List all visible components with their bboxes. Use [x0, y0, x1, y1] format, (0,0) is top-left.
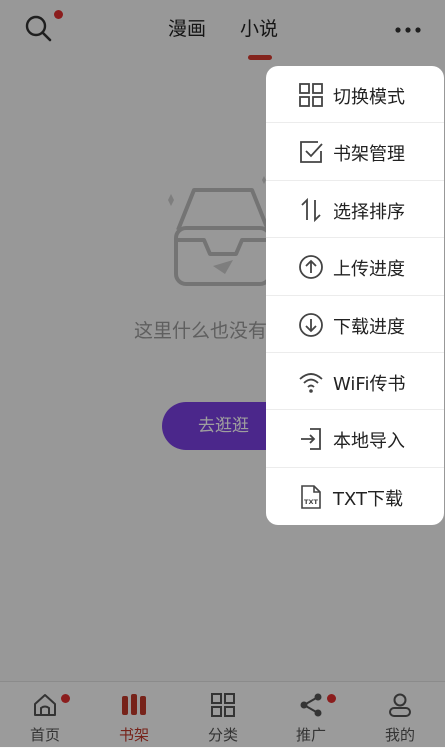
menu-label-shelf-manage: 书架管理 [333, 144, 405, 166]
menu-label-txt-download: TXT下载 [333, 488, 404, 510]
menu-item-wifi-transfer[interactable]: WiFi传书 [266, 353, 444, 411]
grid-icon [299, 83, 323, 107]
menu-label-switch-mode: 切换模式 [333, 87, 405, 108]
app-screen: 漫画 小说 这里什么也没有 去逛逛 首页 书架 分类 推广 我的 切换模式 书架… [0, 0, 445, 748]
menu-item-shelf-manage[interactable]: 书架管理 [266, 123, 444, 181]
svg-text:TXT: TXT [304, 498, 318, 506]
menu-item-txt-download[interactable]: TXT TXT下载 [266, 468, 444, 525]
import-icon [301, 428, 321, 451]
menu-label-wifi-transfer: WiFi传书 [333, 373, 406, 395]
sort-icon [301, 197, 321, 222]
more-menu: 切换模式 书架管理 选择排序 上传进度 下载进度 WiFi传书 本地导入 TXT… [266, 66, 444, 525]
menu-item-download-progress[interactable]: 下载进度 [266, 296, 444, 353]
menu-item-sort[interactable]: 选择排序 [266, 181, 444, 239]
menu-label-upload-progress: 上传进度 [333, 259, 405, 281]
menu-label-local-import: 本地导入 [333, 431, 405, 453]
menu-item-upload-progress[interactable]: 上传进度 [266, 238, 444, 296]
wifi-icon [299, 373, 323, 393]
menu-item-switch-mode[interactable]: 切换模式 [266, 66, 444, 124]
download-circle-icon [299, 312, 323, 337]
menu-label-download-progress: 下载进度 [333, 316, 405, 338]
checkbox-edit-icon [300, 141, 323, 164]
txt-file-icon: TXT [301, 484, 321, 509]
menu-label-sort: 选择排序 [333, 201, 405, 223]
upload-circle-icon [299, 255, 323, 280]
menu-item-local-import[interactable]: 本地导入 [266, 410, 444, 468]
